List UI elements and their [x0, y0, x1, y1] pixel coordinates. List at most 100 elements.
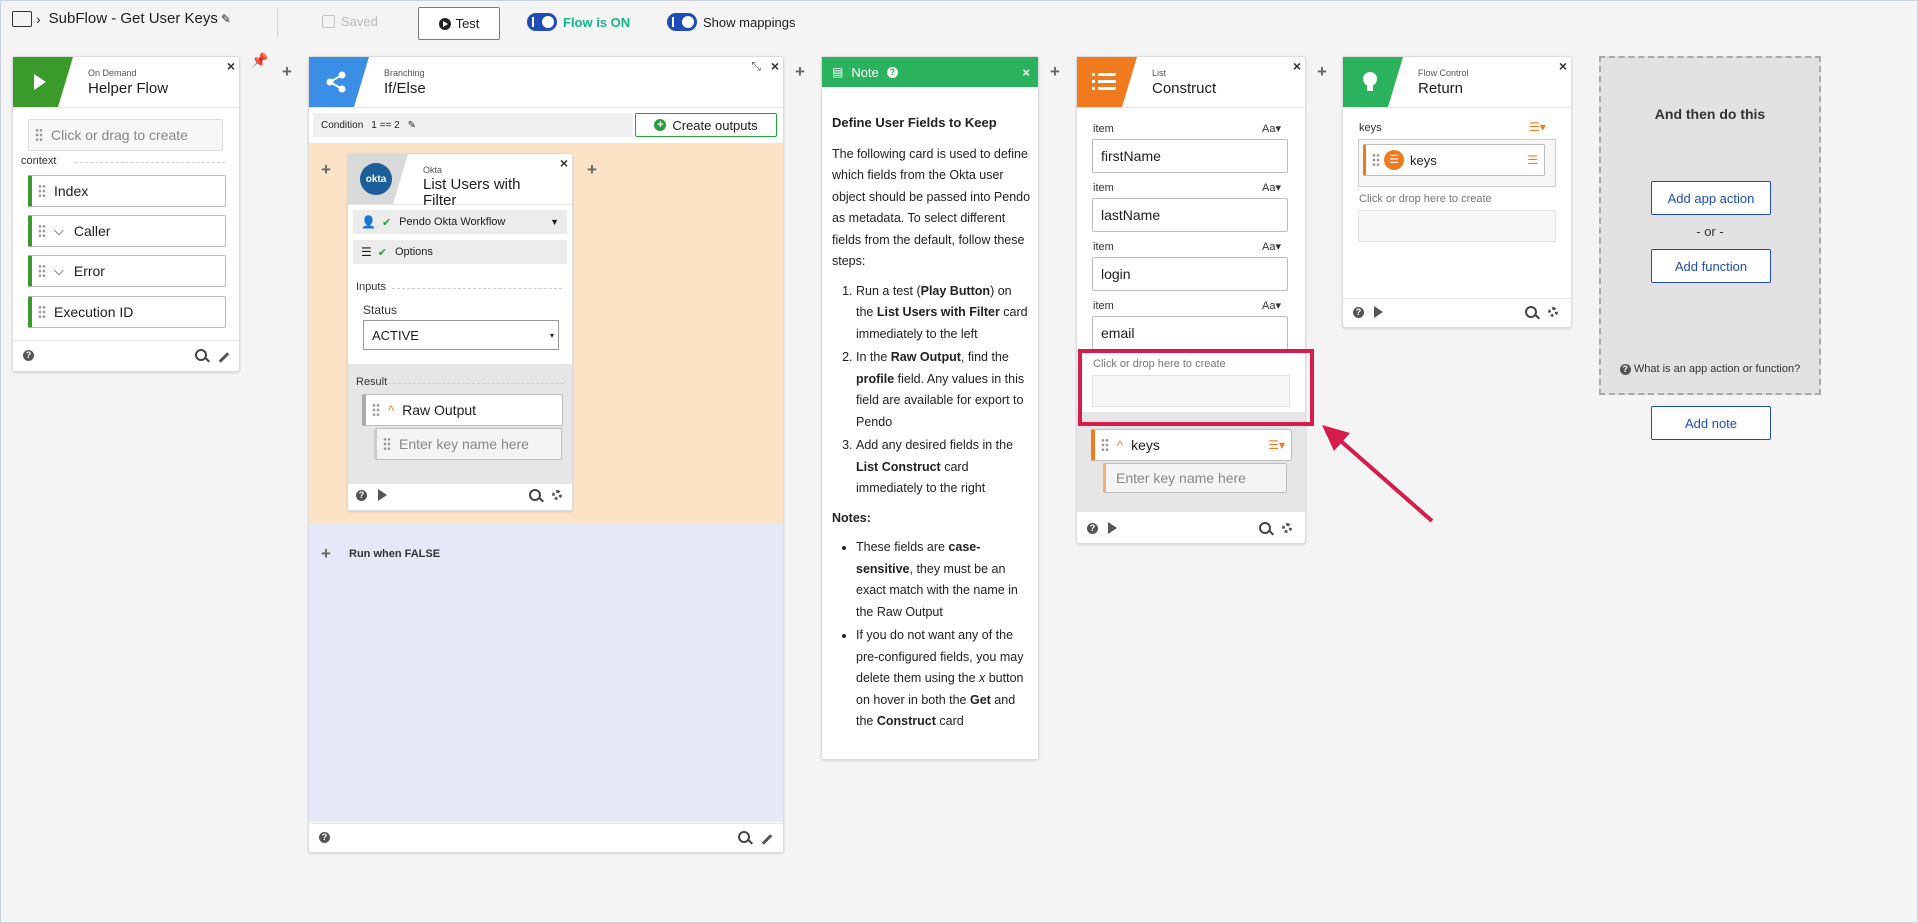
pin-icon[interactable]: 📌: [251, 52, 268, 69]
key-name-input[interactable]: Enter key name here: [1103, 463, 1287, 493]
add-card-plus[interactable]: +: [1317, 62, 1327, 82]
create-outputs-button[interactable]: + Create outputs: [635, 113, 777, 137]
chevron-down-icon[interactable]: ⌵: [54, 263, 64, 279]
connection-select[interactable]: 👤 ✔ Pendo Okta Workflow ▼: [353, 210, 567, 234]
chevron-up-icon[interactable]: ^: [388, 403, 394, 418]
add-card-plus[interactable]: +: [321, 544, 331, 564]
folder-icon[interactable]: [12, 10, 32, 27]
chevron-down-icon[interactable]: ⌵: [54, 223, 64, 239]
drag-handle-icon[interactable]: [38, 305, 46, 319]
help-icon[interactable]: ?: [886, 66, 898, 78]
app-action-help-link[interactable]: ? What is an app action or function?: [1601, 363, 1819, 375]
search-icon[interactable]: [738, 831, 750, 843]
key-name-input[interactable]: Enter key name here: [374, 428, 562, 460]
condition-bar[interactable]: Condition 1 == 2 ✎: [313, 113, 633, 137]
chevron-right-icon: ›: [36, 10, 41, 27]
drop-zone[interactable]: [1358, 210, 1556, 242]
user-icon: 👤: [361, 215, 376, 229]
close-icon[interactable]: ×: [1293, 58, 1301, 74]
search-icon[interactable]: [195, 349, 207, 361]
add-card-plus[interactable]: +: [282, 62, 292, 82]
drag-handle-icon[interactable]: [38, 264, 46, 278]
type-select[interactable]: Aa▾: [1262, 181, 1281, 194]
edit-icon[interactable]: [218, 352, 230, 363]
card-subtitle: Branching: [384, 68, 425, 78]
collapse-icon[interactable]: ⤡: [751, 59, 761, 74]
close-icon[interactable]: ×: [560, 155, 568, 171]
flow-title-area[interactable]: › SubFlow - Get User Keys ✎: [12, 10, 231, 27]
key-placeholder: Enter key name here: [1116, 470, 1246, 486]
list-type-icon[interactable]: ☰▾: [1268, 438, 1285, 452]
context-field-caller[interactable]: ⌵ Caller: [28, 215, 226, 247]
card-title[interactable]: If/Else: [384, 80, 426, 97]
drag-handle-icon[interactable]: [1372, 153, 1380, 167]
drag-handle-icon[interactable]: [38, 224, 46, 238]
status-select[interactable]: ACTIVE ▾: [363, 320, 559, 350]
gear-icon[interactable]: [1282, 523, 1292, 533]
note-title: Note: [851, 64, 879, 80]
edit-pencil-icon[interactable]: ✎: [408, 120, 416, 131]
show-mappings-toggle[interactable]: Show mappings: [667, 13, 796, 31]
close-icon[interactable]: ×: [227, 58, 235, 74]
raw-output-label: Raw Output: [402, 402, 477, 418]
play-icon[interactable]: [1374, 306, 1383, 318]
add-card-plus[interactable]: +: [587, 160, 597, 180]
help-icon[interactable]: ?: [1087, 523, 1098, 534]
keys-mapped-field[interactable]: ☰ keys ☰: [1363, 144, 1545, 176]
type-select[interactable]: Aa▾: [1262, 122, 1281, 135]
gear-icon[interactable]: [1548, 307, 1558, 317]
gear-icon[interactable]: [552, 490, 562, 500]
options-row[interactable]: ☰ ✔ Options: [353, 240, 567, 264]
caret-down-icon[interactable]: ▼: [550, 217, 559, 227]
search-icon[interactable]: [529, 489, 541, 501]
context-field-error[interactable]: ⌵ Error: [28, 255, 226, 287]
raw-output-field[interactable]: ^ Raw Output: [362, 394, 563, 426]
list-type-icon[interactable]: ☰▾: [1529, 120, 1546, 134]
search-icon[interactable]: [1525, 306, 1537, 318]
drag-handle-icon[interactable]: [1101, 438, 1109, 452]
close-icon[interactable]: ×: [1022, 65, 1030, 80]
add-note-button[interactable]: Add note: [1651, 406, 1771, 440]
item-input-login[interactable]: login: [1092, 257, 1288, 291]
keys-output-field[interactable]: ^ keys ☰▾: [1091, 429, 1292, 461]
card-header: okta Okta List Users with Filter ×: [348, 154, 572, 209]
close-icon[interactable]: ×: [1559, 58, 1567, 74]
card-title[interactable]: List Users with Filter: [423, 177, 543, 209]
play-icon[interactable]: [378, 489, 387, 501]
if-false-branch: [309, 524, 783, 822]
help-icon[interactable]: ?: [1353, 307, 1364, 318]
drag-handle-icon[interactable]: [383, 437, 391, 451]
create-field[interactable]: Click or drag to create: [28, 119, 223, 151]
add-card-plus[interactable]: +: [795, 62, 805, 82]
close-icon[interactable]: ×: [771, 58, 779, 74]
card-title[interactable]: Construct: [1152, 80, 1216, 97]
help-icon[interactable]: ?: [23, 350, 34, 361]
add-app-action-button[interactable]: Add app action: [1651, 181, 1771, 215]
flow-on-toggle[interactable]: Flow is ON: [527, 13, 630, 31]
chevron-up-icon[interactable]: ^: [1117, 438, 1123, 453]
test-button[interactable]: Test: [418, 7, 500, 40]
item-input-firstname[interactable]: firstName: [1092, 139, 1288, 173]
item-input-lastname[interactable]: lastName: [1092, 198, 1288, 232]
type-select[interactable]: Aa▾: [1262, 240, 1281, 253]
toggle-switch-icon[interactable]: [527, 13, 557, 31]
item-input-email[interactable]: email: [1092, 316, 1288, 350]
play-icon[interactable]: [1108, 522, 1117, 534]
edit-pencil-icon[interactable]: ✎: [221, 12, 231, 26]
add-function-button[interactable]: Add function: [1651, 249, 1771, 283]
drag-handle-icon[interactable]: [38, 184, 46, 198]
drag-handle-icon[interactable]: [372, 403, 380, 417]
add-card-plus[interactable]: +: [1050, 62, 1060, 82]
add-card-plus[interactable]: +: [321, 160, 331, 180]
card-title[interactable]: Helper Flow: [88, 80, 168, 97]
toggle-switch-icon[interactable]: [667, 13, 697, 31]
search-icon[interactable]: [1259, 522, 1271, 534]
card-title[interactable]: Return: [1418, 80, 1463, 97]
type-select[interactable]: Aa▾: [1262, 299, 1281, 312]
drag-handle-icon[interactable]: [35, 128, 43, 142]
help-icon[interactable]: ?: [319, 832, 330, 843]
context-field-index[interactable]: Index: [28, 175, 226, 207]
context-field-execution-id[interactable]: Execution ID: [28, 296, 226, 328]
flow-title[interactable]: SubFlow - Get User Keys: [49, 10, 218, 27]
help-icon[interactable]: ?: [356, 490, 367, 501]
